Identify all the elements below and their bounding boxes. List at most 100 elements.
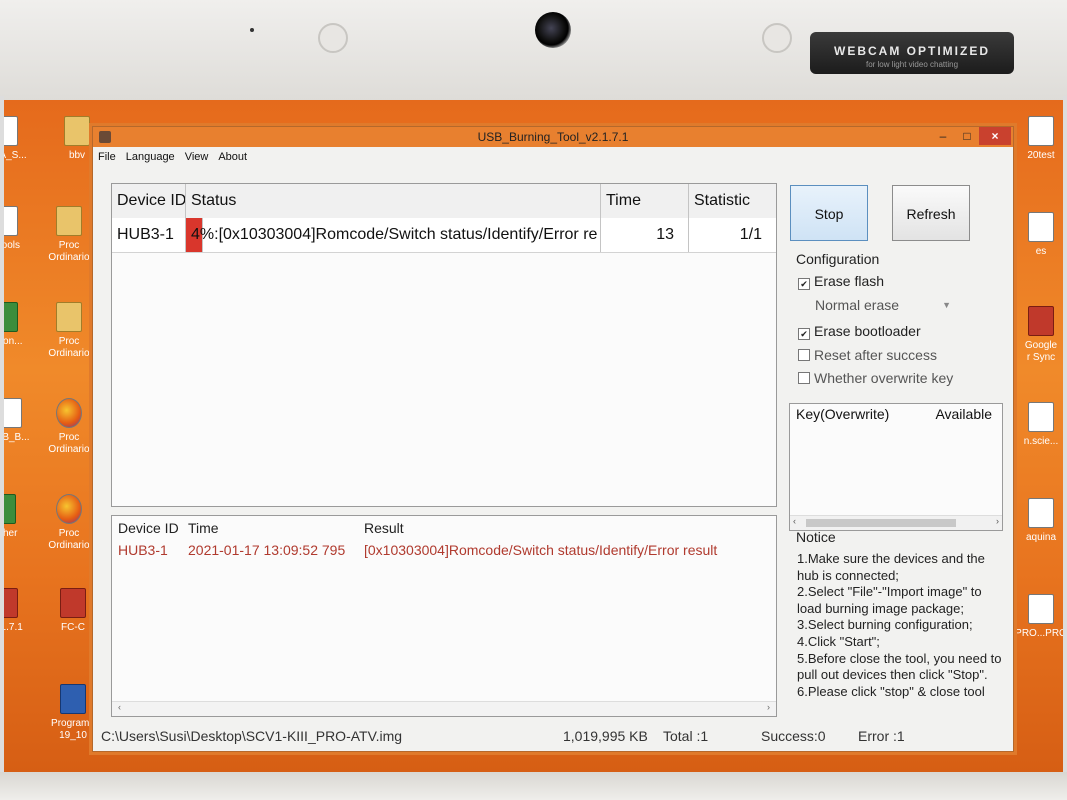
- notice-title: Notice: [796, 529, 836, 545]
- menu-bar: File Language View About: [93, 149, 252, 167]
- table-row[interactable]: HUB3-1 2021-01-17 13:09:52 795 [0x103030…: [112, 542, 776, 562]
- notice-line: 3.Select burning configuration;: [797, 617, 973, 633]
- scroll-right-icon[interactable]: ›: [996, 516, 999, 526]
- etcher-icon: [4, 494, 16, 524]
- log-device-id: HUB3-1: [118, 542, 168, 558]
- configuration-title: Configuration: [796, 251, 880, 267]
- scroll-left-icon[interactable]: ‹: [793, 516, 796, 526]
- google-sync-icon: [1028, 306, 1054, 336]
- desktop-icon-label: Etcher: [4, 528, 18, 539]
- cell-time: 13: [601, 218, 689, 252]
- menu-file[interactable]: File: [93, 149, 121, 165]
- reset-after-success-label: Reset after success: [814, 347, 937, 363]
- notice-line: 4.Click "Start";: [797, 633, 880, 649]
- close-button[interactable]: ×: [979, 127, 1011, 145]
- erase-flash-label: Erase flash: [814, 273, 885, 289]
- log-table-header: Device ID Time Result: [112, 520, 776, 540]
- maximize-button[interactable]: □: [955, 127, 979, 145]
- file-icon: [1028, 594, 1054, 624]
- window-titlebar[interactable]: USB_Burning_Tool_v2.1.7.1 – □ ×: [93, 127, 1013, 147]
- folder-icon: [64, 116, 90, 146]
- col-header-device-id[interactable]: Device ID: [112, 184, 186, 218]
- desktop-icon-label: n-tools: [4, 240, 20, 251]
- log-scrollbar[interactable]: ‹ ›: [112, 701, 776, 716]
- desktop-icon-label: PRO...PRO: [1015, 628, 1063, 639]
- desktop-icon[interactable]: es: [1006, 212, 1063, 258]
- file-icon: [4, 116, 18, 146]
- erase-flash-checkbox[interactable]: ✔: [798, 278, 810, 290]
- pdf-icon: [60, 588, 86, 618]
- col-header-statistic[interactable]: Statistic: [689, 184, 776, 218]
- desktop-icon[interactable]: Etcher: [4, 494, 38, 540]
- desktop-icon-label: Google r Sync: [1024, 340, 1058, 363]
- laptop-bezel-top: WEBCAM OPTIMIZED for low light video cha…: [0, 0, 1067, 102]
- key-panel-scrollbar[interactable]: ‹ ›: [790, 515, 1002, 530]
- stop-button[interactable]: Stop: [790, 185, 868, 241]
- bezel-sensor-left: [318, 23, 348, 53]
- desktop-icon[interactable]: PRO...PRO: [1006, 594, 1063, 640]
- log-col-result: Result: [364, 520, 404, 536]
- reset-after-success-checkbox[interactable]: [798, 349, 810, 361]
- erase-mode-value: Normal erase: [815, 297, 900, 313]
- desktop-icon-label: FC-C: [61, 622, 85, 633]
- file-icon: [4, 398, 22, 428]
- reset-after-success-option[interactable]: Reset after success: [798, 347, 937, 363]
- desktop-icon[interactable]: 20test: [1006, 116, 1063, 162]
- word-icon: [60, 684, 86, 714]
- image-size: 1,019,995 KB: [563, 728, 648, 744]
- log-result: [0x10303004]Romcode/Switch status/Identi…: [364, 542, 718, 558]
- error-count: Error :1: [858, 728, 905, 744]
- erase-bootloader-option[interactable]: ✔ Erase bootloader: [798, 323, 921, 340]
- file-icon: [4, 206, 18, 236]
- minimize-button[interactable]: –: [931, 127, 955, 145]
- col-header-time[interactable]: Time: [601, 184, 689, 218]
- overwrite-key-checkbox[interactable]: [798, 372, 810, 384]
- col-header-status[interactable]: Status: [186, 184, 601, 218]
- log-col-time: Time: [188, 520, 219, 536]
- notice-line: 6.Please click "stop" & close tool: [797, 683, 985, 699]
- file-icon: [1028, 498, 1054, 528]
- desktop-icon[interactable]: SSIA_S...: [4, 116, 40, 162]
- device-table: Device ID Status Time Statistic HUB3-1 4…: [111, 183, 777, 507]
- table-row[interactable]: HUB3-1 4%:[0x10303004]Romcode/Switch sta…: [112, 218, 776, 253]
- desktop-icon[interactable]: aquina: [1006, 498, 1063, 544]
- file-icon: [1028, 212, 1054, 242]
- desktop-icon[interactable]: v2.1.7.1: [4, 588, 40, 634]
- app-icon: [4, 302, 18, 332]
- menu-language[interactable]: Language: [121, 149, 180, 165]
- desktop-icon-label: Proc Ordinario: [48, 240, 90, 263]
- erase-mode-select[interactable]: Normal erase ▼: [811, 295, 955, 315]
- erase-flash-option[interactable]: ✔ Erase flash: [798, 273, 884, 290]
- overwrite-key-option[interactable]: Whether overwrite key: [798, 370, 953, 386]
- bezel-dot: [250, 28, 254, 32]
- desktop-icon-label: Proc Ordinario: [48, 432, 90, 455]
- desktop-icon-label: n.scie...: [1023, 436, 1059, 447]
- desktop-icon-label: USB_B...: [4, 432, 30, 443]
- desktop-icon[interactable]: Google r Sync: [1006, 306, 1063, 364]
- notice-line: 5.Before close the tool, you need to pul…: [797, 650, 1002, 683]
- image-path: C:\Users\Susi\Desktop\SCV1-KIII_PRO-ATV.…: [101, 728, 403, 744]
- available-header[interactable]: Available: [935, 406, 992, 422]
- webcam-badge-subtitle: for low light video chatting: [865, 60, 959, 69]
- cell-statistic: 1/1: [739, 226, 762, 243]
- webcam-lens: [535, 12, 571, 48]
- scrollbar-thumb[interactable]: [806, 519, 956, 527]
- usb-burning-tool-window: USB_Burning_Tool_v2.1.7.1 – □ × File Lang…: [92, 126, 1014, 752]
- scroll-left-icon[interactable]: ‹: [118, 702, 121, 712]
- bezel-sensor-right: [762, 23, 792, 53]
- erase-bootloader-checkbox[interactable]: ✔: [798, 328, 810, 340]
- key-overwrite-header[interactable]: Key(Overwrite): [796, 406, 889, 422]
- menu-view[interactable]: View: [180, 149, 214, 165]
- status-text: 4%:[0x10303004]Romcode/Switch status/Ide…: [191, 226, 598, 243]
- scroll-right-icon[interactable]: ›: [767, 702, 770, 712]
- desktop-icon[interactable]: n.scie...: [1006, 402, 1063, 448]
- chevron-down-icon: ▼: [942, 300, 951, 310]
- refresh-button[interactable]: Refresh: [892, 185, 970, 241]
- menu-about[interactable]: About: [213, 149, 252, 165]
- notice-line: 1.Make sure the devices and the hub is c…: [797, 551, 985, 583]
- desktop-icon-label: Proc Ordinario: [48, 528, 90, 551]
- cell-status: 4%:[0x10303004]Romcode/Switch status/Ide…: [186, 218, 601, 252]
- app-icon: [4, 588, 18, 618]
- desktop-icon-label: Programa 19_10: [51, 718, 95, 741]
- desktop-icon-label: bbv: [68, 150, 86, 161]
